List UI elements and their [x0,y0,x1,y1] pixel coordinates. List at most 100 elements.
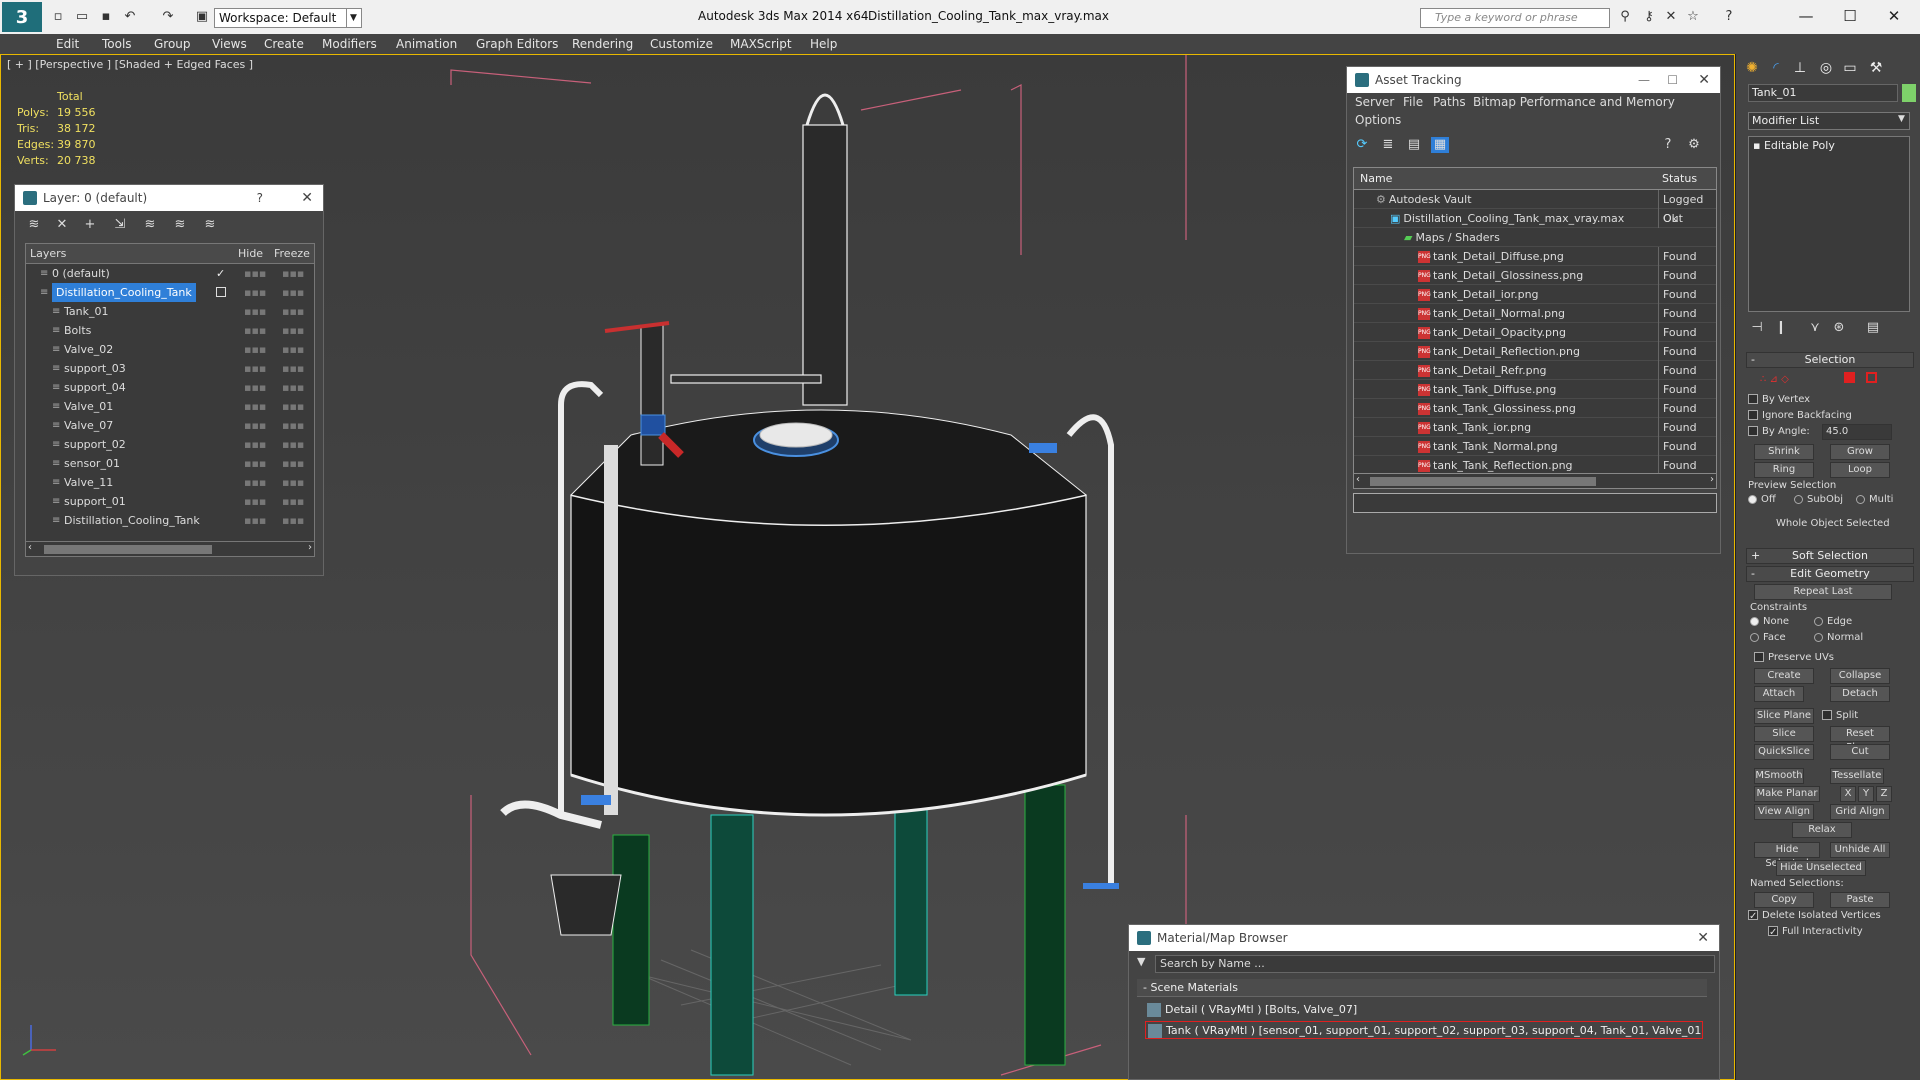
menu-modifiers[interactable]: Modifiers [322,34,377,54]
add-to-layer-icon[interactable]: + [81,217,99,233]
layer-row[interactable]: ≡ Bolts ▪▪▪ ▪▪▪ [26,321,314,340]
cut-button[interactable]: Cut [1830,744,1890,760]
asset-row[interactable]: PNG tank_Tank_Normal.png Found [1354,437,1716,456]
create-tab-icon[interactable]: ✺ [1742,58,1762,78]
asset-menu-file[interactable]: File [1403,95,1423,109]
asset-row[interactable]: PNG tank_Detail_Reflection.png Found [1354,342,1716,361]
save-icon[interactable]: ▪ [98,9,114,25]
preview-multi-radio[interactable]: Multi [1856,494,1893,505]
object-name-field[interactable]: Tank_01 [1748,84,1898,102]
asset-row[interactable]: PNG tank_Detail_Glossiness.png Found [1354,266,1716,285]
freeze-toggle[interactable]: ▪▪▪ [282,473,304,492]
layer-row[interactable]: ≡ Valve_02 ▪▪▪ ▪▪▪ [26,340,314,359]
hide-selected-button[interactable]: Hide Selected [1754,842,1820,869]
menu-help[interactable]: Help [810,34,837,54]
star-icon[interactable]: ☆ [1684,9,1702,25]
scroll-thumb[interactable] [44,545,212,554]
attach-button[interactable]: Attach [1754,686,1804,702]
freeze-toggle[interactable]: ▪▪▪ [282,435,304,454]
quickslice-button[interactable]: QuickSlice [1754,744,1814,760]
tessellate-button[interactable]: Tessellate [1830,768,1884,784]
close-icon[interactable]: ✕ [1698,67,1710,93]
show-end-result-icon[interactable]: ❙ [1772,320,1790,336]
project-folder-icon[interactable]: ▣ [194,9,210,25]
vertex-mode-icon[interactable]: ∴ ⊿ ◇ [1760,374,1789,385]
shrink-button[interactable]: Shrink [1754,444,1814,460]
layer-row[interactable]: ≡ support_04 ▪▪▪ ▪▪▪ [26,378,314,397]
hide-toggle[interactable]: ▪▪▪ [244,416,266,435]
msmooth-button[interactable]: MSmooth [1754,768,1804,784]
edit-geometry-rollout[interactable]: - Edit Geometry [1746,566,1914,582]
help-icon[interactable]: ? [1720,9,1738,25]
slice-plane-button[interactable]: Slice Plane [1754,708,1814,724]
menu-edit[interactable]: Edit [56,34,79,54]
search-input[interactable]: Type a keyword or phrase [1420,8,1610,28]
col-name[interactable]: Name [1360,172,1392,185]
constraint-edge-radio[interactable]: Edge [1814,616,1852,627]
constraint-normal-radio[interactable]: Normal [1814,632,1863,643]
freeze-toggle[interactable]: ▪▪▪ [282,511,304,530]
asset-row[interactable]: PNG tank_Detail_Normal.png Found [1354,304,1716,323]
layer-row[interactable]: ≡ support_01 ▪▪▪ ▪▪▪ [26,492,314,511]
constraint-face-radio[interactable]: Face [1750,632,1786,643]
table-view-icon[interactable]: ▦ [1431,137,1449,153]
paste-button[interactable]: Paste [1830,892,1890,908]
material-search-input[interactable]: Search by Name ... [1155,955,1715,973]
modify-tab-icon[interactable]: ◜ [1766,58,1786,78]
material-row-tank[interactable]: Tank ( VRayMtl ) [sensor_01, support_01,… [1145,1021,1703,1039]
element-mode-icon[interactable] [1866,372,1877,383]
polygon-mode-icon[interactable] [1844,372,1855,383]
freeze-toggle[interactable]: ▪▪▪ [282,397,304,416]
scroll-right-icon[interactable]: › [308,542,312,553]
hide-toggle[interactable]: ▪▪▪ [244,302,266,321]
scene-materials-group[interactable]: - Scene Materials [1137,979,1707,997]
highlight-layer-icon[interactable]: ≋ [141,217,159,233]
constraint-none-radio[interactable]: None [1750,616,1789,627]
remove-modifier-icon[interactable]: ⊛ [1830,320,1848,336]
menu-animation[interactable]: Animation [396,34,457,54]
hide-toggle[interactable]: ▪▪▪ [244,511,266,530]
utilities-tab-icon[interactable]: ⚒ [1866,58,1886,78]
col-status[interactable]: Status [1662,172,1697,185]
slice-button[interactable]: Slice [1754,726,1814,742]
menu-graph-editors[interactable]: Graph Editors [476,34,558,54]
loop-button[interactable]: Loop [1830,462,1890,478]
chevron-down-icon[interactable]: ▼ [1898,114,1905,124]
layer-row[interactable]: ≡ Valve_07 ▪▪▪ ▪▪▪ [26,416,314,435]
asset-path-field[interactable] [1353,493,1717,513]
menu-tools[interactable]: Tools [102,34,132,54]
freeze-toggle[interactable]: ▪▪▪ [282,321,304,340]
planar-z-button[interactable]: Z [1876,786,1892,802]
scroll-left-icon[interactable]: ‹ [1356,474,1360,485]
maximize-icon[interactable]: ☐ [1830,4,1870,28]
freeze-toggle[interactable]: ▪▪▪ [282,340,304,359]
scroll-left-icon[interactable]: ‹ [28,542,32,553]
split-checkbox[interactable]: Split [1822,710,1858,721]
close-icon[interactable]: ✕ [1697,925,1709,951]
workspace-select[interactable]: Workspace: Default [214,8,362,28]
asset-row[interactable]: PNG tank_Detail_Diffuse.png Found [1354,247,1716,266]
asset-row[interactable]: PNG tank_Detail_Refr.png Found [1354,361,1716,380]
display-tab-icon[interactable]: ▭ [1840,58,1860,78]
stack-item-editable-poly[interactable]: ▪ Editable Poly [1753,139,1835,152]
hide-toggle[interactable]: ▪▪▪ [244,397,266,416]
layer-panel-titlebar[interactable]: Layer: 0 (default) ? ✕ [15,185,323,211]
modifier-list-dropdown[interactable]: Modifier List [1748,112,1910,130]
grow-button[interactable]: Grow [1830,444,1890,460]
layer-row[interactable]: ≡ Valve_11 ▪▪▪ ▪▪▪ [26,473,314,492]
help-icon[interactable]: ? [257,185,263,211]
hide-all-icon[interactable]: ≋ [171,217,189,233]
asset-menu-bitmap[interactable]: Bitmap Performance and Memory [1473,95,1675,109]
refresh-icon[interactable]: ⟳ [1353,137,1371,153]
key-icon[interactable]: ⚷ [1640,9,1658,25]
by-angle-checkbox[interactable]: By Angle: [1748,426,1810,437]
select-objects-icon[interactable]: ⇲ [111,217,129,233]
scroll-thumb[interactable] [1370,477,1596,486]
asset-menu-options[interactable]: Options [1355,113,1401,127]
motion-tab-icon[interactable]: ◎ [1816,58,1836,78]
chevron-down-icon[interactable]: ▼ [346,8,360,28]
layer-row[interactable]: ≡ Tank_01 ▪▪▪ ▪▪▪ [26,302,314,321]
create-layer-icon[interactable]: ≋ [25,217,43,233]
freeze-toggle[interactable]: ▪▪▪ [282,359,304,378]
object-color-swatch[interactable] [1902,84,1916,102]
